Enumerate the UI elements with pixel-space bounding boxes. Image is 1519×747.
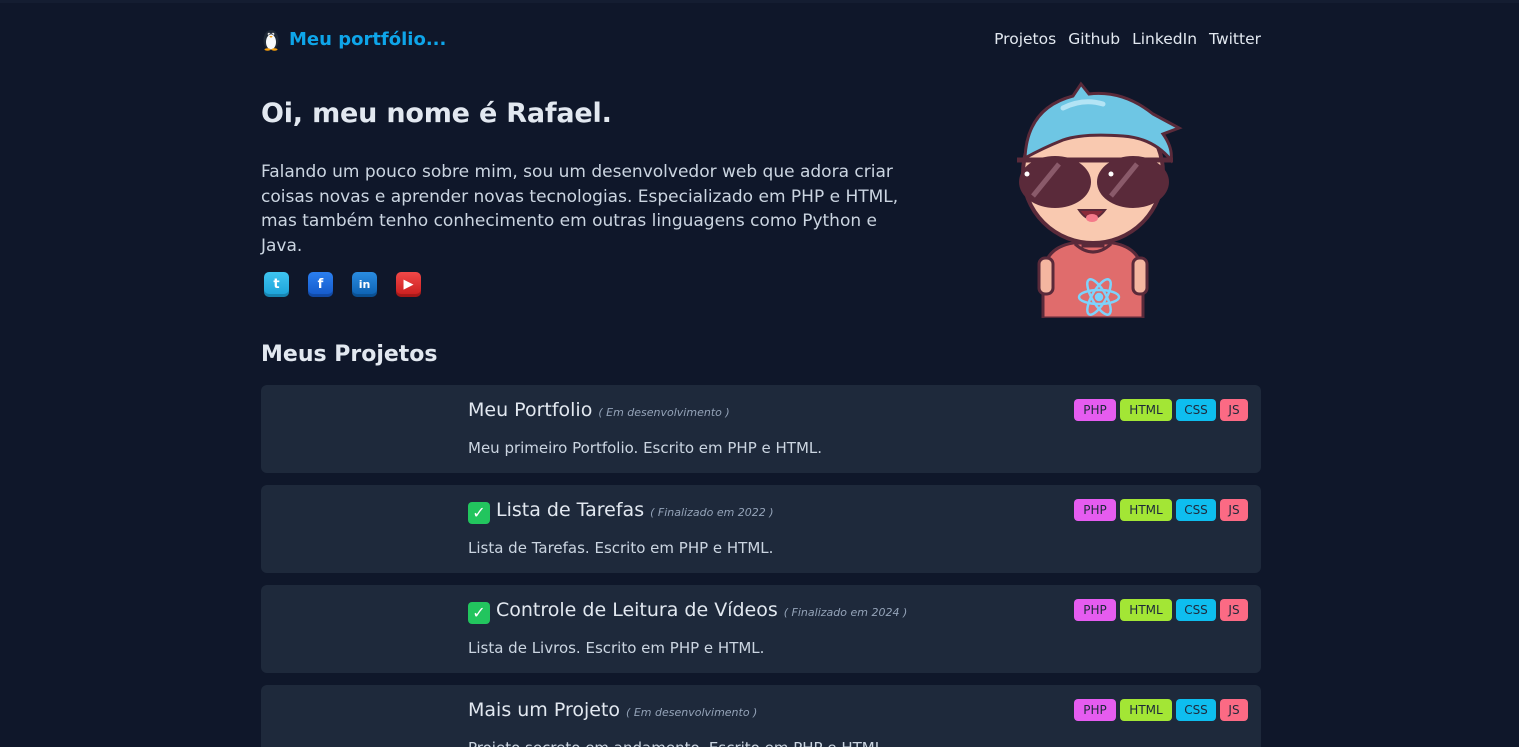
tag-css: CSS [1176, 399, 1216, 421]
tag-list: PHP HTML CSS JS [1074, 499, 1248, 521]
tag-html: HTML [1120, 599, 1172, 621]
project-title: ✓ Lista de Tarefas ( Finalizado em 2022 ) [468, 499, 774, 524]
project-name: ✓ Controle de Leitura de Vídeos [468, 599, 778, 624]
project-description: Projeto secreto em andamento. Escrito em… [468, 739, 888, 747]
project-card[interactable]: ✓ Controle de Leitura de Vídeos ( Finaliz… [261, 585, 1261, 673]
tag-js: JS [1220, 399, 1248, 421]
brand-link[interactable]: Meu portfólio... [261, 24, 446, 54]
penguin-icon [263, 30, 279, 51]
linkedin-glyph: in [358, 278, 371, 291]
project-description: Lista de Livros. Escrito em PHP e HTML. [468, 639, 765, 657]
tag-php: PHP [1074, 399, 1116, 421]
check-icon: ✓ [468, 602, 490, 624]
project-card[interactable]: Mais um Projeto ( Em desenvolvimento ) P… [261, 685, 1261, 747]
tag-php: PHP [1074, 699, 1116, 721]
page: Meu portfólio... Projetos Github LinkedI… [0, 0, 1519, 747]
project-card[interactable]: Meu Portfolio ( Em desenvolvimento ) PHP… [261, 385, 1261, 473]
project-name: ✓ Lista de Tarefas [468, 499, 645, 524]
tag-js: JS [1220, 499, 1248, 521]
nav-projetos[interactable]: Projetos [994, 30, 1056, 48]
check-icon: ✓ [468, 502, 490, 524]
project-status: ( Em desenvolvimento ) [598, 406, 730, 419]
project-name: Meu Portfolio [468, 399, 593, 421]
project-name: Mais um Projeto [468, 699, 621, 721]
tag-css: CSS [1176, 699, 1216, 721]
project-description: Meu primeiro Portfolio. Escrito em PHP e… [468, 439, 823, 457]
tag-php: PHP [1074, 599, 1116, 621]
tag-html: HTML [1120, 499, 1172, 521]
project-description: Lista de Tarefas. Escrito em PHP e HTML. [468, 539, 774, 557]
top-border [0, 0, 1519, 3]
tag-list: PHP HTML CSS JS [1074, 399, 1248, 421]
tag-js: JS [1220, 599, 1248, 621]
avatar-illustration [1017, 81, 1183, 318]
main-nav: Projetos Github LinkedIn Twitter [994, 24, 1261, 54]
tag-php: PHP [1074, 499, 1116, 521]
tag-css: CSS [1176, 599, 1216, 621]
social-links: t f in ▶ [264, 272, 421, 297]
facebook-icon[interactable]: f [308, 272, 333, 297]
brand-text: Meu portfólio... [289, 28, 447, 50]
twitter-icon[interactable]: t [264, 272, 289, 297]
tag-list: PHP HTML CSS JS [1074, 599, 1248, 621]
tag-css: CSS [1176, 499, 1216, 521]
tag-html: HTML [1120, 699, 1172, 721]
project-card[interactable]: ✓ Lista de Tarefas ( Finalizado em 2022 )… [261, 485, 1261, 573]
nav-twitter[interactable]: Twitter [1209, 30, 1261, 48]
hero-text: Falando um pouco sobre mim, sou um desen… [261, 162, 899, 256]
project-title: ✓ Controle de Leitura de Vídeos ( Finaliz… [468, 599, 908, 624]
project-status: ( Em desenvolvimento ) [626, 706, 758, 719]
project-status: ( Finalizado em 2024 ) [783, 606, 908, 619]
project-name-text: Controle de Leitura de Vídeos [496, 599, 778, 621]
project-status: ( Finalizado em 2022 ) [650, 506, 774, 519]
project-name-text: Lista de Tarefas [496, 499, 645, 521]
linkedin-icon[interactable]: in [352, 272, 377, 297]
projects-title: Meus Projetos [261, 342, 438, 367]
hero-title: Oi, meu nome é Rafael. [261, 98, 612, 129]
tag-js: JS [1220, 699, 1248, 721]
tag-list: PHP HTML CSS JS [1074, 699, 1248, 721]
tag-html: HTML [1120, 399, 1172, 421]
youtube-icon[interactable]: ▶ [396, 272, 421, 297]
nav-linkedin[interactable]: LinkedIn [1132, 30, 1197, 48]
header: Meu portfólio... Projetos Github LinkedI… [261, 24, 1261, 54]
youtube-glyph: ▶ [403, 277, 414, 292]
nav-github[interactable]: Github [1068, 30, 1120, 48]
project-title: Meu Portfolio ( Em desenvolvimento ) [468, 399, 730, 421]
project-title: Mais um Projeto ( Em desenvolvimento ) [468, 699, 757, 721]
facebook-glyph: f [317, 277, 324, 292]
twitter-glyph: t [273, 277, 280, 292]
